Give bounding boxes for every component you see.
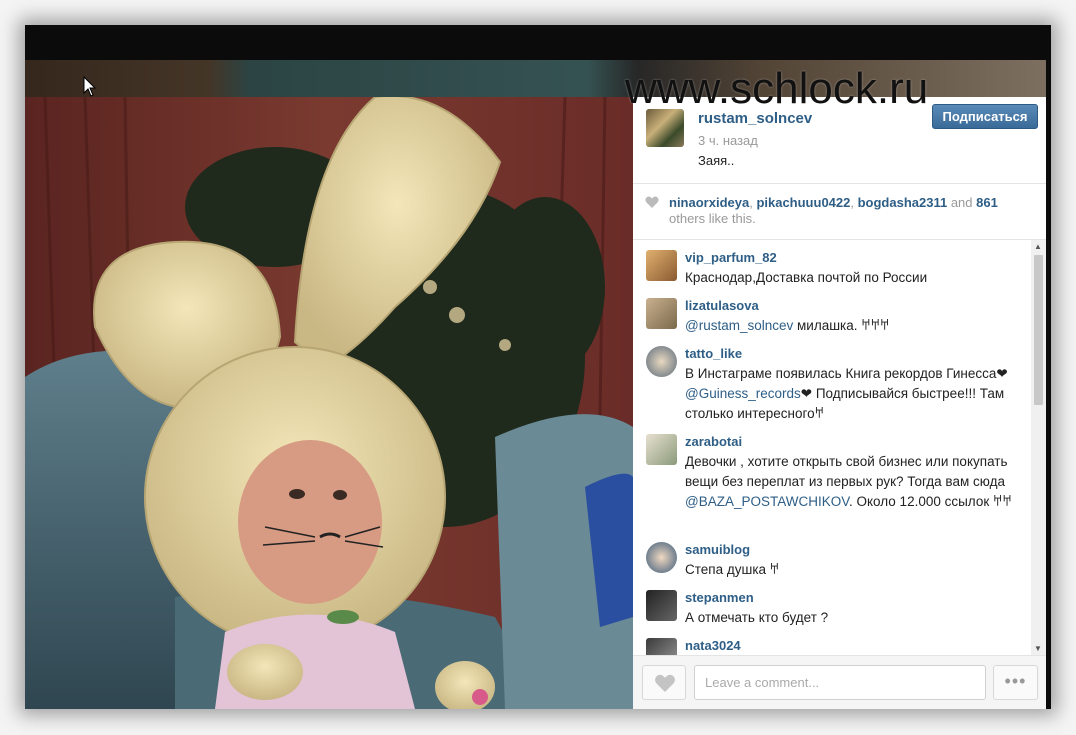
- mention-link[interactable]: @rustam_solncev: [685, 318, 793, 333]
- follow-button[interactable]: Подписаться: [932, 104, 1038, 129]
- comment-text: В Инстаграме появилась Книга рекордов Ги…: [685, 366, 1008, 421]
- comment-text: Краснодар,Доставка почтой по России: [685, 270, 928, 285]
- commenter-avatar[interactable]: [646, 346, 677, 377]
- scroll-down-icon[interactable]: ▼: [1034, 644, 1042, 653]
- commenter-avatar[interactable]: [646, 590, 677, 621]
- likes-count[interactable]: 861: [976, 195, 998, 210]
- mention-link[interactable]: @BAZA_POSTAWCHIKOV: [685, 494, 849, 509]
- comments-list[interactable]: vip_parfum_82 Краснодар,Доставка почтой …: [633, 240, 1031, 655]
- scroll-up-icon[interactable]: ▲: [1034, 242, 1042, 251]
- comment-text: @rustam_solncev милашка. 𐀀𐀀𐀀: [685, 318, 890, 333]
- likes-section: ninaorxideya, pikachuuu0422, bogdasha231…: [633, 184, 1046, 240]
- commenter-avatar[interactable]: [646, 638, 677, 655]
- watermark: www.schlock.ru: [625, 64, 929, 113]
- post-side-panel: rustam_solncev 3 ч. назад Заяя.. Подписа…: [633, 97, 1046, 709]
- comments-scrollbar[interactable]: ▲ ▼: [1031, 240, 1046, 655]
- more-options-button[interactable]: •••: [993, 665, 1038, 700]
- commenter-username[interactable]: stepanmen: [685, 590, 754, 605]
- heart-icon: [645, 196, 659, 208]
- comment-text: А отмечать кто будет ?: [685, 610, 829, 625]
- post-caption: Заяя..: [698, 153, 735, 168]
- heart-icon: [655, 674, 675, 692]
- commenter-avatar[interactable]: [646, 434, 677, 465]
- commenter-username[interactable]: vip_parfum_82: [685, 250, 777, 265]
- comment-footer: •••: [633, 655, 1046, 709]
- liker-username[interactable]: ninaorxideya: [669, 195, 749, 210]
- post-photo[interactable]: [25, 97, 633, 709]
- commenter-avatar[interactable]: [646, 298, 677, 329]
- commenter-username[interactable]: tatto_like: [685, 346, 742, 361]
- mention-link[interactable]: @Guiness_records: [685, 386, 801, 401]
- commenter-username[interactable]: nata3024: [685, 638, 741, 653]
- commenter-avatar[interactable]: [646, 542, 677, 573]
- liker-username[interactable]: pikachuuu0422: [756, 195, 850, 210]
- commenter-username[interactable]: samuiblog: [685, 542, 750, 557]
- comment-text: Степа душка 𐀀: [685, 562, 780, 577]
- likes-text: ninaorxideya, pikachuuu0422, bogdasha231…: [669, 195, 998, 226]
- commenter-avatar[interactable]: [646, 250, 677, 281]
- like-button[interactable]: [642, 665, 686, 700]
- comment-text: Девочки , хотите открыть свой бизнес или…: [685, 454, 1012, 509]
- liker-username[interactable]: bogdasha2311: [858, 195, 948, 210]
- scroll-thumb[interactable]: [1034, 255, 1043, 405]
- commenter-username[interactable]: zarabotai: [685, 434, 742, 449]
- comment-input[interactable]: [694, 665, 986, 700]
- commenter-username[interactable]: lizatulasova: [685, 298, 759, 313]
- post-timestamp[interactable]: 3 ч. назад: [698, 133, 758, 148]
- author-avatar[interactable]: [646, 109, 684, 147]
